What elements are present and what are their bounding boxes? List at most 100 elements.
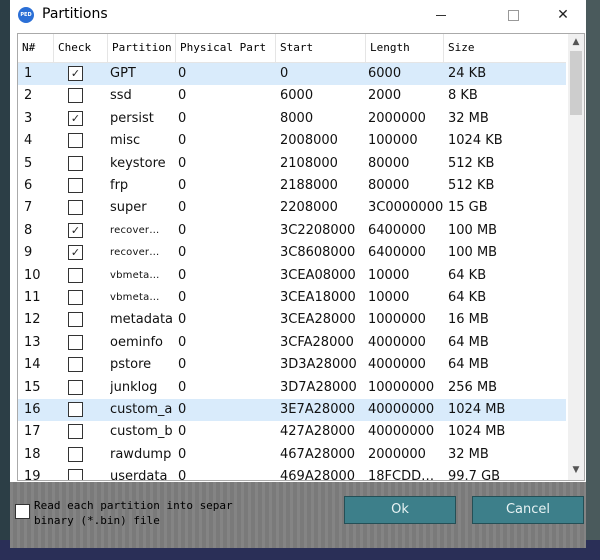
read-each-partition-checkbox[interactable]: [15, 504, 30, 519]
table-row[interactable]: 17 custom_b 0 427A28000 40000000 1024 MB: [18, 421, 566, 443]
partition-length: 100000: [368, 133, 418, 149]
table-row[interactable]: 9 ✓ recover… 0 3C8608000 6400000 100 MB: [18, 242, 566, 264]
row-checkbox[interactable]: ✓: [68, 222, 83, 238]
checkmark-icon: ✓: [70, 246, 81, 260]
partition-name: metadata: [110, 312, 174, 328]
table-row[interactable]: 12 metadata 0 3CEA28000 1000000 16 MB: [18, 309, 566, 331]
row-checkbox[interactable]: [68, 200, 83, 216]
table-row[interactable]: 14 pstore 0 3D3A28000 4000000 64 MB: [18, 354, 566, 376]
table-row[interactable]: 16 custom_a 0 3E7A28000 40000000 1024 MB: [18, 399, 566, 421]
scroll-thumb[interactable]: [570, 51, 582, 115]
row-checkbox[interactable]: [68, 357, 83, 373]
row-checkbox[interactable]: ✓: [68, 110, 83, 126]
table-row[interactable]: 10 vbmeta… 0 3CEA08000 10000 64 KB: [18, 265, 566, 287]
list-header: N# Check Partition Physical Part Start L…: [18, 34, 566, 63]
physical-part: 0: [178, 245, 187, 261]
partition-size: 1024 KB: [448, 133, 503, 149]
row-checkbox[interactable]: [68, 424, 83, 440]
partition-size: 64 MB: [448, 334, 489, 350]
read-each-partition-label: Read each partition into separ binary (*…: [34, 499, 233, 527]
row-checkbox[interactable]: [68, 88, 83, 104]
physical-part: 0: [178, 334, 187, 350]
partition-name: custom_a: [110, 402, 173, 417]
row-checkbox[interactable]: [68, 267, 83, 283]
partition-list[interactable]: N# Check Partition Physical Part Start L…: [17, 33, 585, 481]
row-checkbox[interactable]: [68, 312, 83, 328]
partition-name: custom_b: [110, 424, 173, 440]
start-offset: 427A28000: [280, 424, 356, 440]
physical-part: 0: [178, 133, 187, 149]
checkmark-icon: ✓: [70, 223, 81, 237]
column-header-partition[interactable]: Partition: [108, 34, 176, 62]
column-header-physical-part[interactable]: Physical Part: [176, 34, 276, 62]
partition-length: 40000000: [368, 402, 435, 417]
partition-size: 64 KB: [448, 267, 487, 283]
column-header-length[interactable]: Length: [366, 34, 444, 62]
partition-size: 8 KB: [448, 88, 478, 104]
partition-size: 100 MB: [448, 245, 498, 261]
row-checkbox[interactable]: ✓: [68, 66, 83, 81]
ok-button[interactable]: Ok: [344, 496, 456, 524]
table-row[interactable]: 3 ✓ persist 0 8000 2000000 32 MB: [18, 108, 566, 130]
partition-length: 2000000: [368, 110, 426, 126]
table-row[interactable]: 8 ✓ recover… 0 3C2208000 6400000 100 MB: [18, 220, 566, 242]
partition-name: rawdump: [110, 446, 172, 462]
scroll-down-icon[interactable]: ▼: [568, 462, 584, 478]
table-row[interactable]: 18 rawdump 0 467A28000 2000000 32 MB: [18, 444, 566, 466]
partition-length: 18FCDD…: [368, 469, 435, 481]
partition-name: keystore: [110, 155, 166, 171]
table-row[interactable]: 1 ✓ GPT 0 0 6000 24 KB: [18, 63, 566, 85]
partition-length: 1000000: [368, 312, 426, 328]
column-header-number[interactable]: N#: [18, 34, 54, 62]
row-number: 12: [24, 312, 41, 328]
start-offset: 2108000: [280, 155, 338, 171]
table-row[interactable]: 4 misc 0 2008000 100000 1024 KB: [18, 130, 566, 152]
partition-name: super: [110, 200, 147, 216]
vertical-scrollbar[interactable]: ▲ ▼: [568, 34, 584, 480]
physical-part: 0: [178, 267, 187, 283]
start-offset: 2188000: [280, 178, 338, 193]
title-bar[interactable]: PED Partitions ✕: [10, 0, 586, 30]
partition-size: 16 MB: [448, 312, 489, 328]
table-row[interactable]: 13 oeminfo 0 3CFA28000 4000000 64 MB: [18, 332, 566, 354]
partition-name: vbmeta…: [110, 269, 160, 281]
partition-length: 40000000: [368, 424, 435, 440]
table-row[interactable]: 7 super 0 2208000 3C0000000 15 GB: [18, 197, 566, 219]
cancel-button[interactable]: Cancel: [472, 496, 584, 524]
column-header-start[interactable]: Start: [276, 34, 366, 62]
maximize-button[interactable]: [490, 0, 536, 30]
row-checkbox[interactable]: [68, 178, 83, 193]
row-number: 11: [24, 290, 41, 305]
partition-size: 24 KB: [448, 66, 487, 81]
partition-length: 10000: [368, 267, 410, 283]
row-checkbox[interactable]: [68, 402, 83, 417]
row-checkbox[interactable]: [68, 133, 83, 149]
scroll-up-icon[interactable]: ▲: [568, 34, 584, 50]
row-number: 16: [24, 402, 41, 417]
checkmark-icon: ✓: [70, 67, 81, 80]
partition-length: 10000: [368, 290, 410, 305]
table-row[interactable]: 15 junklog 0 3D7A28000 10000000 256 MB: [18, 377, 566, 399]
column-header-check[interactable]: Check: [54, 34, 108, 62]
close-button[interactable]: ✕: [540, 0, 586, 30]
row-number: 1: [24, 66, 33, 81]
checkmark-icon: ✓: [70, 111, 81, 125]
minimize-button[interactable]: [418, 0, 464, 30]
row-number: 13: [24, 334, 41, 350]
table-row[interactable]: 11 vbmeta… 0 3CEA18000 10000 64 KB: [18, 287, 566, 309]
table-row[interactable]: 5 keystore 0 2108000 80000 512 KB: [18, 153, 566, 175]
row-checkbox[interactable]: [68, 379, 83, 395]
row-checkbox[interactable]: [68, 290, 83, 305]
row-checkbox[interactable]: [68, 469, 83, 480]
table-row[interactable]: 19 userdata 0 469A28000 18FCDD… 99.7 GB: [18, 466, 566, 481]
table-row[interactable]: 2 ssd 0 6000 2000 8 KB: [18, 85, 566, 107]
partition-size: 100 MB: [448, 222, 498, 238]
row-checkbox[interactable]: [68, 334, 83, 350]
table-row[interactable]: 6 frp 0 2188000 80000 512 KB: [18, 175, 566, 197]
column-header-size[interactable]: Size: [444, 34, 566, 62]
row-checkbox[interactable]: [68, 446, 83, 462]
row-checkbox[interactable]: ✓: [68, 245, 83, 261]
row-checkbox[interactable]: [68, 155, 83, 171]
start-offset: 3CEA08000: [280, 267, 356, 283]
partition-size: 15 GB: [448, 200, 488, 216]
